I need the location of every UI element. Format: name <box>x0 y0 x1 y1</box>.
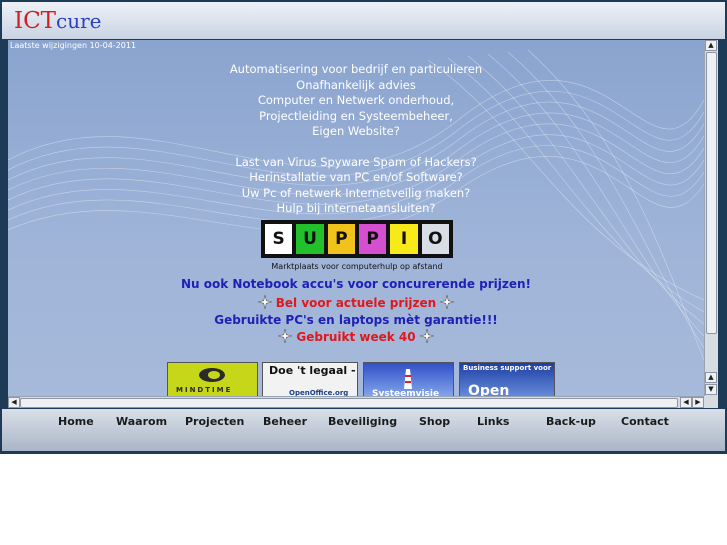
scroll-up-button[interactable]: ▲ <box>705 40 717 51</box>
nav-projecten[interactable]: Projecten <box>185 415 244 428</box>
lighthouse-icon <box>404 369 412 389</box>
suppio-logo[interactable]: S U P P I O <box>261 220 453 258</box>
suppio-letter: P <box>357 223 388 255</box>
nav-links[interactable]: Links <box>477 415 509 428</box>
promo-prices: Bel voor actuele prijzen <box>275 296 437 310</box>
scrollbar-corner <box>704 396 718 408</box>
brand-cure: cure <box>56 9 102 33</box>
content-viewport[interactable]: Laatste wijzigingen 10-04-2011 Automatis… <box>8 40 718 408</box>
sparkle-icon <box>419 329 434 343</box>
intro-line: Eigen Website? <box>312 124 400 138</box>
site-header: ICTcure <box>2 2 725 39</box>
question-line: Uw Pc of netwerk Internetveilig maken? <box>241 185 471 200</box>
browser-frame: ICTcure Laatste wijzigingen 10-04-2011 A… <box>0 0 727 454</box>
promo-notebook: Nu ook Notebook accu's voor concurerende… <box>180 277 532 291</box>
banner-open-title: Business support voor <box>463 364 552 372</box>
question-line: Hulp bij internetaansluiten? <box>276 201 436 215</box>
promo-used: Gebruikte PC's en laptops mèt garantie!!… <box>214 313 498 327</box>
suppio-letter: U <box>295 223 325 255</box>
last-modified-text: Laatste wijzigingen 10-04-2011 <box>10 41 137 50</box>
scroll-left-button-right[interactable]: ◀ <box>680 397 692 408</box>
scroll-left-button[interactable]: ◀ <box>8 397 20 408</box>
vertical-scroll-thumb[interactable] <box>706 52 717 334</box>
suppio-letter: S <box>264 223 294 255</box>
vertical-scrollbar[interactable]: ▲ ▲ ▼ <box>704 40 718 396</box>
suppio-letter: O <box>420 223 450 255</box>
horizontal-scrollbar[interactable]: ◀ ◀ ▶ <box>8 396 704 408</box>
banner-legal-title: Doe 't legaal - <box>269 364 356 377</box>
scroll-down-button[interactable]: ▼ <box>705 384 717 395</box>
suppio-letter: P <box>326 223 356 255</box>
promo-week-row: Gebruikt week 40 <box>8 329 704 344</box>
intro-line: Onafhankelijk advies <box>296 77 416 92</box>
scroll-right-button[interactable]: ▶ <box>692 397 704 408</box>
mindtime-logo-icon <box>199 368 225 382</box>
banner-mindtime-text: MINDTIME <box>176 386 233 394</box>
main-nav: Home Waarom Projecten Beheer Beveiliging… <box>2 409 725 451</box>
intro-line: Projectleiding en Systeembeheer, <box>259 108 453 123</box>
nav-back-up[interactable]: Back-up <box>546 415 596 428</box>
promo-prices-row: Bel voor actuele prijzen <box>8 295 704 310</box>
question-line: Last van Virus Spyware Spam of Hackers? <box>235 154 477 169</box>
promo-week: Gebruikt week 40 <box>296 330 416 344</box>
nav-shop[interactable]: Shop <box>419 415 450 428</box>
suppio-letter: I <box>389 223 419 255</box>
intro-text-block: Automatisering voor bedrijf en particuli… <box>8 62 704 217</box>
intro-line: Computer en Netwerk onderhoud, <box>257 93 455 107</box>
sparkle-icon <box>257 295 272 309</box>
site-logo[interactable]: ICTcure <box>14 8 102 35</box>
scroll-up-button-lower[interactable]: ▲ <box>705 372 717 383</box>
horizontal-scroll-thumb[interactable] <box>20 398 678 408</box>
question-line: Herinstallatie van PC en/of Software? <box>249 170 463 184</box>
sparkle-icon <box>278 329 293 343</box>
nav-beheer[interactable]: Beheer <box>263 415 307 428</box>
suppio-tagline: Marktplaats voor computerhulp op afstand <box>271 262 443 271</box>
nav-home[interactable]: Home <box>58 415 94 428</box>
brand-ict: ICT <box>14 8 57 34</box>
intro-line: Automatisering voor bedrijf en particuli… <box>229 62 483 76</box>
sparkle-icon <box>440 295 455 309</box>
nav-waarom[interactable]: Waarom <box>116 415 167 428</box>
nav-contact[interactable]: Contact <box>621 415 669 428</box>
nav-beveiliging[interactable]: Beveiliging <box>328 415 397 428</box>
